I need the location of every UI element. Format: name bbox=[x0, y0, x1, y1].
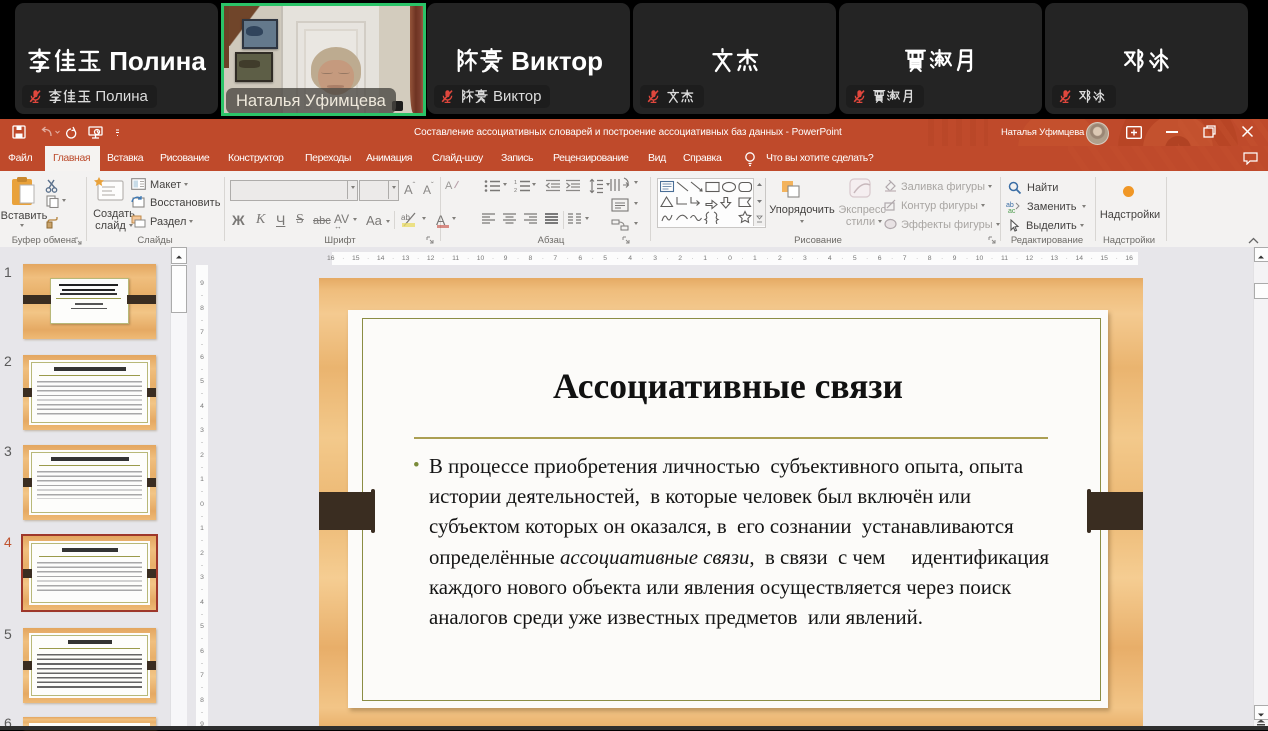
svg-text:1: 1 bbox=[514, 180, 517, 186]
svg-text:А: А bbox=[445, 180, 453, 192]
svg-text:2: 2 bbox=[514, 188, 517, 193]
svg-text:ac: ac bbox=[1008, 208, 1016, 214]
